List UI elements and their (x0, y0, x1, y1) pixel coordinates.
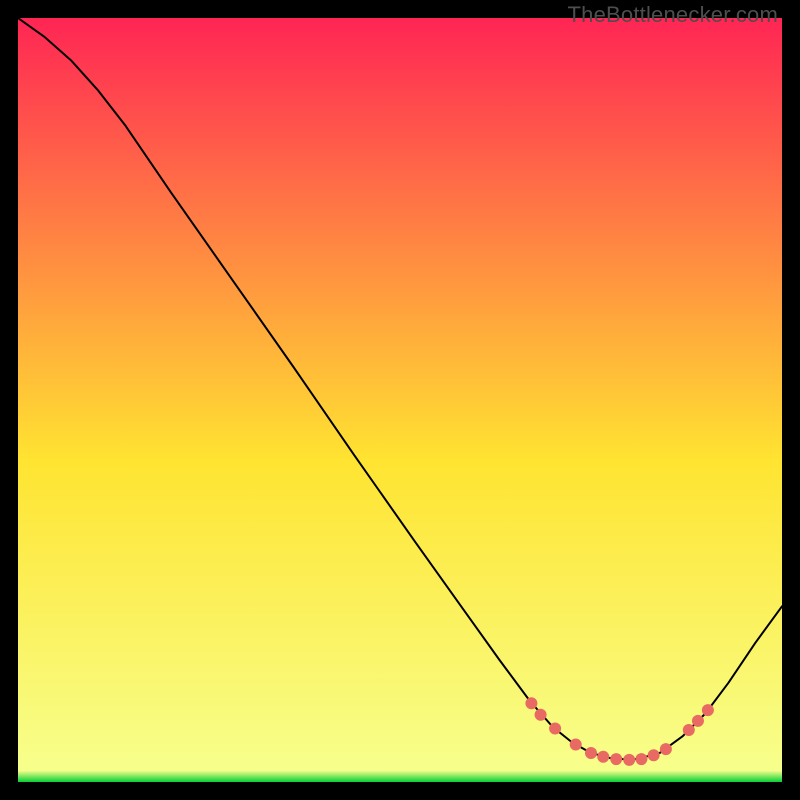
marker-point (702, 704, 714, 716)
marker-point (635, 753, 647, 765)
marker-point (692, 715, 704, 727)
marker-point (597, 751, 609, 763)
marker-point (610, 753, 622, 765)
chart-background (18, 18, 782, 782)
marker-point (648, 749, 660, 761)
marker-point (585, 747, 597, 759)
marker-point (683, 724, 695, 736)
marker-point (535, 709, 547, 721)
marker-point (570, 739, 582, 751)
marker-point (660, 743, 672, 755)
marker-point (623, 754, 635, 766)
chart-svg (18, 18, 782, 782)
marker-point (525, 697, 537, 709)
watermark-text: TheBottlenecker.com (568, 2, 778, 28)
marker-point (549, 723, 561, 735)
chart-frame (18, 18, 782, 782)
